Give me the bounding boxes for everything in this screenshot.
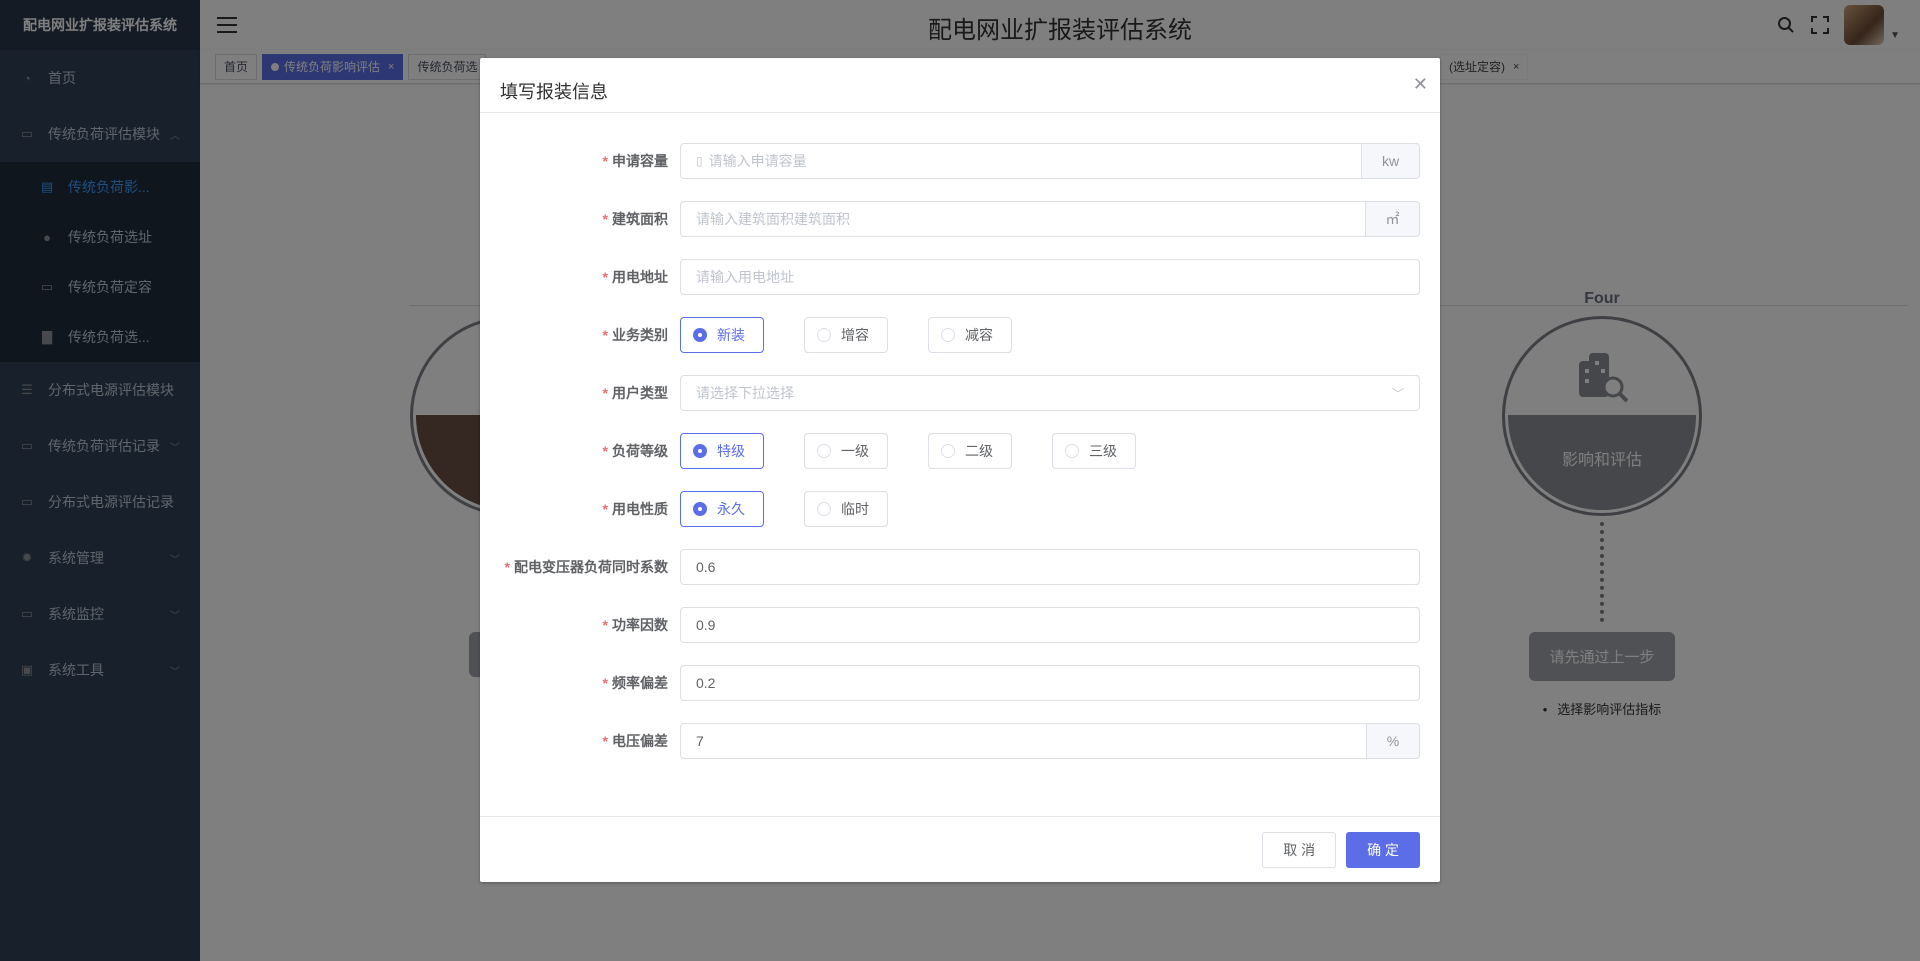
form-row-load-level: * 负荷等级 特级 一级 二级 三级: [500, 433, 1420, 469]
clipboard-icon: ▯: [696, 154, 703, 168]
radio-level-1[interactable]: 一级: [804, 433, 888, 469]
close-icon[interactable]: ×: [1513, 55, 1519, 79]
capacity-placeholder: 请输入申请容量: [708, 153, 807, 169]
form-label: * 用电地址: [602, 269, 668, 285]
form-label: * 申请容量: [602, 153, 668, 169]
radio-circle: [817, 444, 831, 458]
form-row-capacity: * 申请容量 ▯ 请输入申请容量 kw: [500, 143, 1420, 179]
user-type-placeholder: 请选择下拉选择: [696, 385, 794, 401]
radio-circle: [941, 328, 955, 342]
area-placeholder: 请输入建筑面积建筑面积: [696, 211, 850, 227]
form-label: * 建筑面积: [602, 211, 668, 227]
coefficient-input[interactable]: 0.6: [680, 549, 1420, 585]
freq-dev-input[interactable]: 0.2: [680, 665, 1420, 701]
form-row-area: * 建筑面积 请输入建筑面积建筑面积 ㎡: [500, 201, 1420, 237]
form-label: * 用户类型: [602, 385, 668, 401]
form-row-freq-dev: * 频率偏差 0.2: [500, 665, 1420, 701]
form-label: * 业务类别: [602, 327, 668, 343]
capacity-input[interactable]: ▯ 请输入申请容量: [680, 143, 1362, 179]
address-placeholder: 请输入用电地址: [696, 269, 794, 285]
confirm-button[interactable]: 确 定: [1346, 831, 1420, 868]
close-icon[interactable]: ✕: [1413, 74, 1428, 95]
dialog-title: 填写报装信息: [500, 82, 608, 102]
radio-business-new[interactable]: 新装: [680, 317, 764, 353]
form-row-nature: * 用电性质 永久 临时: [500, 491, 1420, 527]
chevron-down-icon: ﹀: [1391, 386, 1404, 401]
form-label: * 频率偏差: [602, 675, 668, 691]
tag-label: (选址定容): [1449, 60, 1505, 74]
radio-circle: [817, 328, 831, 342]
form-row-user-type: * 用户类型 请选择下拉选择 ﹀: [500, 375, 1420, 411]
dialog-footer: 取 消 确 定: [480, 816, 1440, 882]
radio-business-increase[interactable]: 增容: [804, 317, 888, 353]
radio-circle: [693, 444, 707, 458]
form-label: * 用电性质: [602, 501, 668, 517]
report-info-dialog: 填写报装信息 ✕ * 申请容量 ▯ 请输入申请容量 kw * 建筑面积 请输入建筑面…: [480, 58, 1440, 882]
form-label: * 功率因数: [602, 617, 668, 633]
area-input[interactable]: 请输入建筑面积建筑面积: [680, 201, 1366, 237]
capacity-unit: kw: [1362, 143, 1420, 179]
radio-business-decrease[interactable]: 减容: [928, 317, 1012, 353]
area-unit: ㎡: [1366, 201, 1420, 237]
form-row-volt-dev: * 电压偏差 7 %: [500, 723, 1420, 759]
power-factor-input[interactable]: 0.9: [680, 607, 1420, 643]
dialog-header: 填写报装信息 ✕: [480, 58, 1440, 113]
volt-dev-unit: %: [1367, 723, 1420, 759]
radio-nature-temporary[interactable]: 临时: [804, 491, 888, 527]
form-row-power-factor: * 功率因数 0.9: [500, 607, 1420, 643]
user-type-select[interactable]: 请选择下拉选择 ﹀: [680, 375, 1420, 411]
radio-circle: [817, 502, 831, 516]
form-row-business: * 业务类别 新装 增容 减容: [500, 317, 1420, 353]
radio-circle: [941, 444, 955, 458]
address-input[interactable]: 请输入用电地址: [680, 259, 1420, 295]
tag-site-capacity[interactable]: (选址定容) ×: [1440, 54, 1529, 80]
radio-nature-permanent[interactable]: 永久: [680, 491, 764, 527]
dialog-form: * 申请容量 ▯ 请输入申请容量 kw * 建筑面积 请输入建筑面积建筑面积 ㎡ *…: [480, 113, 1440, 759]
form-row-address: * 用电地址 请输入用电地址: [500, 259, 1420, 295]
cancel-button[interactable]: 取 消: [1262, 831, 1337, 868]
form-label: * 电压偏差: [602, 733, 668, 749]
form-row-coefficient: * 配电变压器负荷同时系数 0.6: [500, 549, 1420, 585]
form-label: * 配电变压器负荷同时系数: [504, 559, 668, 575]
radio-circle: [693, 502, 707, 516]
radio-level-2[interactable]: 二级: [928, 433, 1012, 469]
volt-dev-input[interactable]: 7: [680, 723, 1367, 759]
radio-level-3[interactable]: 三级: [1052, 433, 1136, 469]
form-label: * 负荷等级: [602, 443, 668, 459]
radio-circle: [693, 328, 707, 342]
radio-circle: [1065, 444, 1079, 458]
radio-level-special[interactable]: 特级: [680, 433, 764, 469]
